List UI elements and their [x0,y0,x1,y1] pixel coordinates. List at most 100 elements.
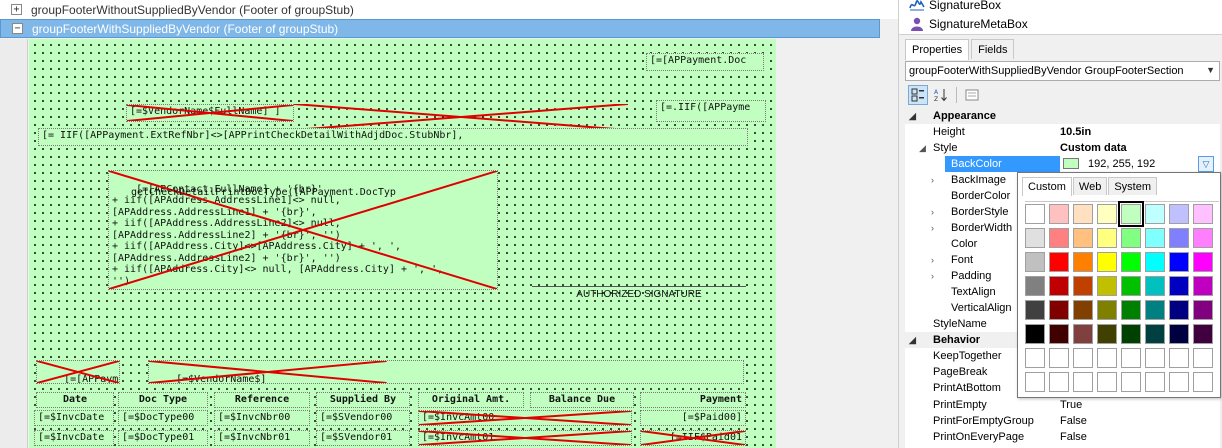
tab-system[interactable]: System [1108,177,1158,195]
color-swatch[interactable] [1193,372,1213,392]
color-swatch[interactable] [1169,300,1189,320]
color-swatch[interactable] [1073,324,1093,344]
category-appearance[interactable]: ◢ Appearance [905,108,1220,124]
color-swatch[interactable] [1121,348,1141,368]
property-row-printforemptygroup[interactable]: PrintForEmptyGroup False [905,413,1220,429]
color-swatch[interactable] [1073,348,1093,368]
color-swatch[interactable] [1097,204,1117,224]
cell-invc-date[interactable]: [=$InvcDate [34,430,114,446]
color-swatch[interactable] [1049,252,1069,272]
tab-fields[interactable]: Fields [971,39,1015,59]
color-swatch[interactable] [1073,252,1093,272]
expand-icon[interactable]: › [931,223,934,233]
color-swatch[interactable] [1097,348,1117,368]
color-swatch[interactable] [1193,324,1213,344]
color-swatch[interactable] [1097,228,1117,248]
property-value[interactable]: 10.5in [1060,126,1091,138]
field-appayment[interactable]: [=[APPaymen [36,360,120,384]
cell-invc-nbr[interactable]: [=$InvcNbr00 [214,410,310,426]
chevron-down-icon[interactable]: ▽ [1198,156,1214,172]
cell-invc-amt[interactable]: [=$InvcAmt01 [418,430,632,446]
color-swatch[interactable] [1049,324,1069,344]
color-swatch[interactable] [1145,324,1165,344]
color-swatch[interactable] [1073,228,1093,248]
color-swatch[interactable] [1121,324,1141,344]
color-swatch[interactable] [1193,348,1213,368]
color-swatch[interactable] [1193,252,1213,272]
color-swatch[interactable] [1169,204,1189,224]
color-swatch[interactable] [1049,300,1069,320]
expand-icon[interactable]: › [931,255,934,265]
color-swatch[interactable] [1073,372,1093,392]
tab-properties[interactable]: Properties [905,39,970,60]
cell-paid[interactable]: [=$Paid00] [640,410,746,426]
alphabetical-button[interactable]: AZ [931,85,951,105]
color-swatch[interactable] [1169,276,1189,296]
cell-svendor[interactable]: [=$SVendor00 [316,410,410,426]
column-header-original-amt[interactable]: Original Amt. [418,392,524,408]
color-swatch[interactable] [1073,300,1093,320]
section-header-row-selected[interactable]: − groupFooterWithSuppliedByVendor (Foote… [0,19,880,38]
column-header-doc-type[interactable]: Doc Type [118,392,208,408]
property-row-printempty[interactable]: PrintEmpty True [905,397,1220,413]
property-value[interactable]: Custom data [1060,142,1127,154]
field-vendor-contact[interactable]: [=$VendorName$] [=[APContact.FullName] ] [148,360,744,384]
property-value[interactable]: 192, 255, 192 [1088,158,1155,170]
column-header-balance-due[interactable]: Balance Due [530,392,634,408]
color-swatch[interactable] [1169,252,1189,272]
column-header-supplied-by[interactable]: Supplied By [316,392,410,408]
collapse-icon[interactable]: ◢ [909,335,916,346]
color-swatch[interactable] [1121,252,1141,272]
color-swatch[interactable] [1025,372,1045,392]
color-swatch[interactable] [1025,276,1045,296]
color-swatch[interactable] [1025,324,1045,344]
color-swatch[interactable] [1145,372,1165,392]
field-doctype-overlap[interactable]: getCheckDetailPrintDocType([APPayment.Do… [128,186,498,202]
signature-label[interactable]: AUTHORIZED SIGNATURE [532,286,746,306]
property-row-style[interactable]: ◢ Style Custom data [905,140,1220,156]
color-swatch[interactable] [1121,276,1141,296]
cell-doc-type[interactable]: [=$DocType00 [118,410,208,426]
property-row-height[interactable]: Height 10.5in [905,124,1220,140]
categorized-button[interactable] [908,85,928,105]
color-swatch[interactable] [1049,348,1069,368]
property-value[interactable]: False [1060,415,1087,427]
color-swatch[interactable] [1073,276,1093,296]
expand-icon[interactable]: › [931,207,934,217]
field-apdoc[interactable]: [=[APPayment.Doc [646,53,764,71]
property-value[interactable]: False [1060,431,1087,443]
cell-svendor[interactable]: [=$SVendor01 [316,430,410,446]
color-swatch[interactable] [1193,204,1213,224]
color-swatch[interactable] [1097,252,1117,272]
property-row-printoneverypage[interactable]: PrintOnEveryPage False [905,429,1220,445]
color-swatch[interactable] [1025,252,1045,272]
property-row-backcolor[interactable]: BackColor 192, 255, 192 ▽ [905,156,1220,172]
column-header-payment[interactable]: Payment [640,392,746,408]
color-swatch[interactable] [1121,372,1141,392]
color-swatch[interactable] [1193,276,1213,296]
tab-custom[interactable]: Custom [1022,177,1072,196]
color-swatch[interactable] [1097,300,1117,320]
color-swatch[interactable] [1169,324,1189,344]
collapse-icon[interactable]: ◢ [909,111,916,122]
color-swatch[interactable] [1073,204,1093,224]
color-swatch[interactable] [1049,204,1069,224]
color-swatch[interactable] [1121,228,1141,248]
color-swatch[interactable] [1169,372,1189,392]
field-extref[interactable]: [= IIF([APPayment.ExtRefNbr]<>[APPrintCh… [38,128,748,146]
expand-icon[interactable]: › [931,271,934,281]
color-swatch[interactable] [1049,372,1069,392]
column-header-date[interactable]: Date [36,392,114,408]
color-swatch[interactable] [1097,324,1117,344]
expand-icon[interactable]: › [931,175,934,185]
color-swatch[interactable] [1145,300,1165,320]
color-swatch[interactable] [1025,204,1045,224]
property-value[interactable]: True [1060,399,1082,411]
color-swatch[interactable] [1169,348,1189,368]
toolbox-item-signaturebox[interactable]: SignatureBox [909,0,1001,13]
cell-doc-type[interactable]: [=$DocType01 [118,430,208,446]
color-swatch[interactable] [1049,276,1069,296]
color-swatch[interactable] [1193,228,1213,248]
color-swatch[interactable] [1025,228,1045,248]
color-swatch[interactable] [1121,300,1141,320]
